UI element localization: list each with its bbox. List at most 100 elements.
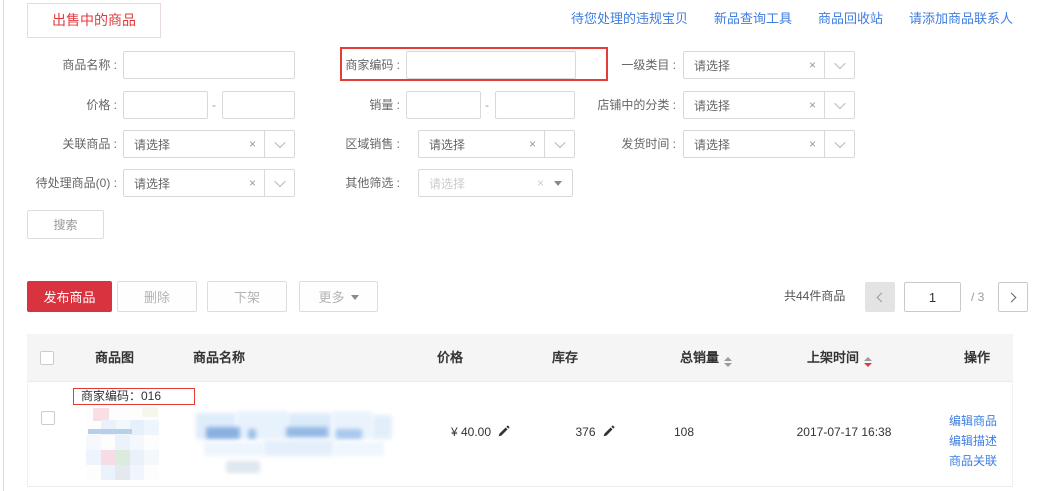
table-row: 商家编码：016 [27,382,1013,487]
price-cell: ¥ 40.00 [413,422,548,442]
chevron-down-icon[interactable] [544,131,574,157]
offshelf-button[interactable]: 下架 [207,281,287,312]
merchant-code-annotation: 商家编码：016 [73,388,195,405]
shop-category-select-value: 请选择 [684,97,801,114]
delete-button[interactable]: 删除 [117,281,197,312]
pagination-prev-button[interactable] [865,282,895,312]
product-image[interactable] [86,407,159,480]
clear-icon[interactable]: × [801,92,824,118]
edit-price-icon[interactable] [497,425,510,438]
product-name-redacted[interactable] [196,411,392,471]
column-header-image: 商品图 [95,334,134,382]
filter-label-product-name: 商品名称 : [18,51,117,79]
delivery-time-select[interactable]: 请选择 × [683,130,855,158]
stock-cell: 376 [540,422,650,442]
other-filter-select-placeholder: 请选择 [419,175,529,192]
filter-label-price: 价格 : [18,91,117,119]
table-header: 商品图 商品名称 价格 库存 总销量 上架时间 操作 [27,334,1013,382]
region-sale-select[interactable]: 请选择 × [418,130,575,158]
filter-label-region-sale: 区域销售 : [320,130,400,158]
product-name-input[interactable] [123,51,295,79]
column-header-total-sales[interactable]: 总销量 [680,334,732,382]
related-products-select-value: 请选择 [124,136,241,153]
category-select[interactable]: 请选择 × [683,51,855,79]
column-header-name: 商品名称 [193,334,245,382]
row-checkbox[interactable] [41,411,55,425]
product-relation-link[interactable]: 商品关联 [949,451,997,471]
filter-label-delivery-time: 发货时间 : [585,130,676,158]
clear-icon[interactable]: × [801,52,824,78]
clear-icon[interactable]: × [241,170,264,196]
search-button[interactable]: 搜索 [27,210,104,239]
filter-label-other-filter: 其他筛选 : [320,169,400,197]
link-violation-items[interactable]: 待您处理的违规宝贝 [571,8,688,27]
shop-category-select[interactable]: 请选择 × [683,91,855,119]
region-sale-select-value: 请选择 [419,136,521,153]
edit-product-link[interactable]: 编辑商品 [949,411,997,431]
edit-stock-icon[interactable] [602,425,615,438]
clear-icon[interactable]: × [521,131,544,157]
price-value: ¥ 40.00 [451,425,491,439]
column-header-actions: 操作 [949,334,1005,382]
chevron-down-icon[interactable] [264,170,294,196]
column-header-stock: 库存 [537,334,593,382]
related-products-select[interactable]: 请选择 × [123,130,295,158]
pending-products-select-value: 请选择 [124,175,241,192]
publish-product-button[interactable]: 发布商品 [27,281,112,312]
filter-label-related-products: 关联商品 : [18,130,117,158]
filter-label-sales: 销量 : [320,91,400,119]
chevron-right-icon [1007,292,1017,302]
product-table: 商品图 商品名称 价格 库存 总销量 上架时间 操作 商家编码：016 [27,334,1013,491]
chevron-down-icon[interactable] [824,131,854,157]
clear-icon[interactable]: × [801,131,824,157]
chevron-left-icon [877,292,887,302]
column-header-price: 价格 [422,334,478,382]
page-number-input[interactable] [904,282,961,312]
more-button[interactable]: 更多 [299,281,378,312]
sort-icon-active-desc[interactable] [864,357,872,367]
caret-down-icon [554,181,562,190]
chevron-down-icon[interactable] [824,92,854,118]
pending-products-select[interactable]: 请选择 × [123,169,295,197]
more-button-label: 更多 [318,287,344,306]
sales-min-input[interactable] [406,91,481,119]
product-management-page: 出售中的商品 待您处理的违规宝贝 新品查询工具 商品回收站 请添加商品联系人 商… [0,0,1041,491]
pagination-next-button[interactable] [998,282,1028,312]
sort-icon[interactable] [724,357,732,367]
clear-icon: × [529,170,552,196]
select-all-checkbox[interactable] [40,351,54,365]
column-header-listed-time-label: 上架时间 [807,350,859,365]
row-actions: 编辑商品 编辑描述 商品关联 [949,411,997,471]
page-total-label: / 3 [971,282,984,312]
chevron-down-icon[interactable] [824,52,854,78]
sales-max-input[interactable] [495,91,575,119]
other-filter-select[interactable]: 请选择 × [418,169,573,197]
column-header-listed-time[interactable]: 上架时间 [807,334,872,382]
stock-value: 376 [575,425,595,439]
link-product-recycle-bin[interactable]: 商品回收站 [818,8,883,27]
top-link-bar: 待您处理的违规宝贝 新品查询工具 商品回收站 请添加商品联系人 [571,8,1013,27]
total-products-count: 共44件商品 [784,281,845,312]
filter-label-pending-products: 待处理商品(0) : [18,169,117,197]
column-header-total-sales-label: 总销量 [680,350,719,365]
link-add-product-contact[interactable]: 请添加商品联系人 [909,8,1013,27]
tab-selling-products[interactable]: 出售中的商品 [27,3,161,38]
page-left-divider [3,0,4,491]
clear-icon[interactable]: × [241,131,264,157]
price-max-input[interactable] [222,91,295,119]
filter-label-category: 一级类目 : [585,51,676,79]
price-min-input[interactable] [123,91,208,119]
filter-label-merchant-code: 商家编码 : [320,51,400,79]
pixelated-product-thumbnail [86,407,159,480]
chevron-down-icon[interactable] [264,131,294,157]
filter-label-shop-category: 店铺中的分类 : [585,91,676,119]
total-sales-value: 108 [656,422,712,442]
price-range-separator: - [212,91,216,119]
link-new-product-query[interactable]: 新品查询工具 [714,8,792,27]
delivery-time-select-value: 请选择 [684,136,801,153]
listed-time-value: 2017-07-17 16:38 [774,422,914,442]
sales-range-separator: - [485,91,489,119]
category-select-value: 请选择 [684,57,801,74]
merchant-code-input[interactable] [406,51,576,79]
edit-description-link[interactable]: 编辑描述 [949,431,997,451]
